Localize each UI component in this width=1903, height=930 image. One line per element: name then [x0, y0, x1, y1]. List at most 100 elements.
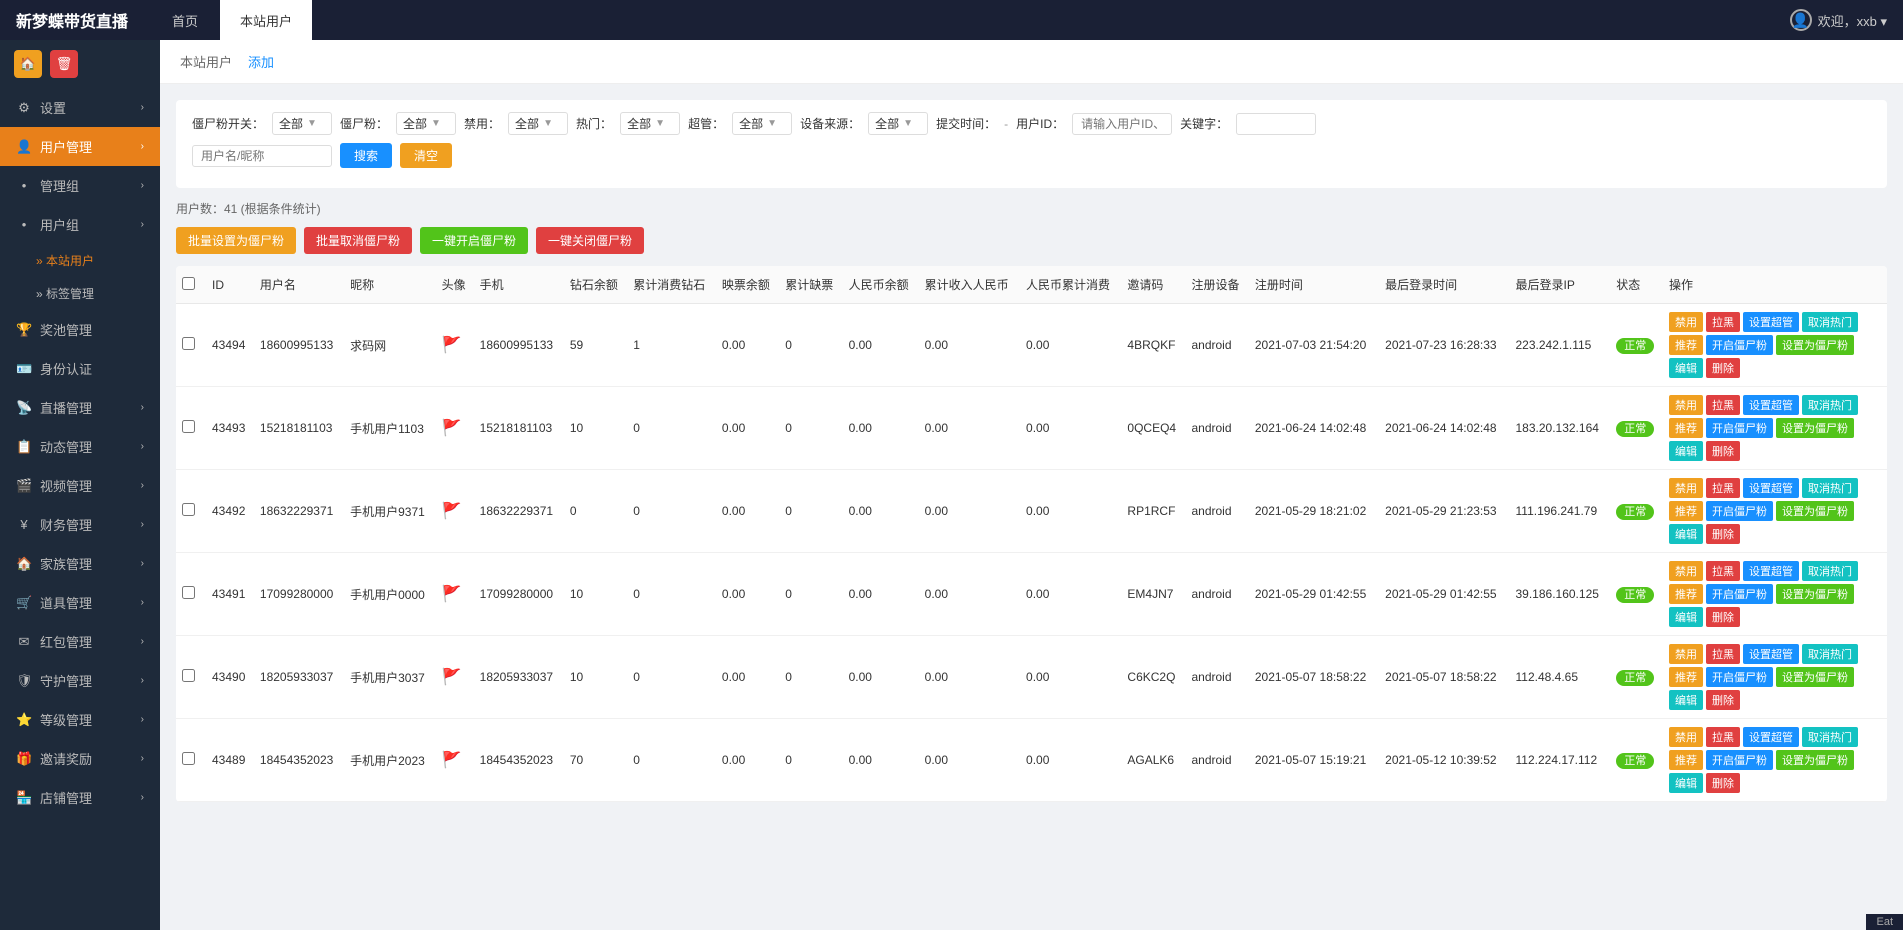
action-btn-设置为僵尸粉[interactable]: 设置为僵尸粉	[1776, 667, 1854, 687]
action-btn-推荐[interactable]: 推荐	[1669, 418, 1703, 438]
action-btn-拉黑[interactable]: 拉黑	[1706, 312, 1740, 332]
add-button[interactable]: 添加	[248, 52, 274, 71]
batch-set-zombie-btn[interactable]: 批量设置为僵尸粉	[176, 227, 296, 254]
row-checkbox[interactable]	[182, 752, 195, 765]
sidebar-item-shop[interactable]: 🏪 店铺管理 ›	[0, 778, 160, 817]
delete-shortcut-btn[interactable]: 🗑	[50, 50, 78, 78]
action-btn-设置为僵尸粉[interactable]: 设置为僵尸粉	[1776, 750, 1854, 770]
sidebar-item-guardian[interactable]: 🛡 守护管理 ›	[0, 661, 160, 700]
action-btn-取消热门[interactable]: 取消热门	[1802, 312, 1858, 332]
action-btn-拉黑[interactable]: 拉黑	[1706, 727, 1740, 747]
action-btn-拉黑[interactable]: 拉黑	[1706, 478, 1740, 498]
action-btn-禁用[interactable]: 禁用	[1669, 395, 1703, 415]
sidebar-item-user-manage[interactable]: 👤 用户管理 ›	[0, 127, 160, 166]
action-btn-删除[interactable]: 删除	[1706, 607, 1740, 627]
row-checkbox[interactable]	[182, 420, 195, 433]
action-btn-设置为僵尸粉[interactable]: 设置为僵尸粉	[1776, 335, 1854, 355]
sidebar-item-finance[interactable]: ¥ 财务管理 ›	[0, 505, 160, 544]
action-btn-推荐[interactable]: 推荐	[1669, 667, 1703, 687]
sidebar-item-identity[interactable]: 🪪 身份认证	[0, 349, 160, 388]
action-btn-开启僵尸粉[interactable]: 开启僵尸粉	[1706, 501, 1773, 521]
action-btn-推荐[interactable]: 推荐	[1669, 501, 1703, 521]
action-btn-编辑[interactable]: 编辑	[1669, 524, 1703, 544]
row-checkbox[interactable]	[182, 503, 195, 516]
action-btn-推荐[interactable]: 推荐	[1669, 750, 1703, 770]
action-btn-取消热门[interactable]: 取消热门	[1802, 561, 1858, 581]
action-btn-推荐[interactable]: 推荐	[1669, 335, 1703, 355]
sidebar-item-prize[interactable]: 🏆 奖池管理	[0, 310, 160, 349]
select-all-checkbox[interactable]	[182, 277, 195, 290]
action-btn-开启僵尸粉[interactable]: 开启僵尸粉	[1706, 584, 1773, 604]
action-btn-编辑[interactable]: 编辑	[1669, 358, 1703, 378]
action-btn-拉黑[interactable]: 拉黑	[1706, 561, 1740, 581]
clear-button[interactable]: 清空	[400, 143, 452, 168]
action-btn-拉黑[interactable]: 拉黑	[1706, 644, 1740, 664]
device-select[interactable]: 全部 ▼	[868, 112, 928, 135]
action-btn-开启僵尸粉[interactable]: 开启僵尸粉	[1706, 750, 1773, 770]
sidebar-item-user-group[interactable]: • 用户组 ›	[0, 205, 160, 244]
action-btn-删除[interactable]: 删除	[1706, 524, 1740, 544]
batch-open-zombie-btn[interactable]: 一键开启僵尸粉	[420, 227, 528, 254]
sidebar-item-dynamic[interactable]: 📋 动态管理 ›	[0, 427, 160, 466]
row-checkbox[interactable]	[182, 337, 195, 350]
zombie-fan-select[interactable]: 全部 ▼	[396, 112, 456, 135]
search-button[interactable]: 搜索	[340, 143, 392, 168]
action-btn-禁用[interactable]: 禁用	[1669, 312, 1703, 332]
action-btn-取消热门[interactable]: 取消热门	[1802, 395, 1858, 415]
action-btn-拉黑[interactable]: 拉黑	[1706, 395, 1740, 415]
row-checkbox[interactable]	[182, 586, 195, 599]
sidebar-item-family[interactable]: 🏠 家族管理 ›	[0, 544, 160, 583]
sidebar-sub-site-users[interactable]: » 本站用户	[0, 244, 160, 277]
action-btn-推荐[interactable]: 推荐	[1669, 584, 1703, 604]
zombie-switch-select[interactable]: 全部 ▼	[272, 112, 332, 135]
hot-select[interactable]: 全部 ▼	[620, 112, 680, 135]
batch-close-zombie-btn[interactable]: 一键关闭僵尸粉	[536, 227, 644, 254]
action-btn-开启僵尸粉[interactable]: 开启僵尸粉	[1706, 667, 1773, 687]
action-btn-编辑[interactable]: 编辑	[1669, 773, 1703, 793]
superadmin-select[interactable]: 全部 ▼	[732, 112, 792, 135]
sidebar-item-manage-group[interactable]: • 管理组 ›	[0, 166, 160, 205]
batch-cancel-zombie-btn[interactable]: 批量取消僵尸粉	[304, 227, 412, 254]
action-btn-删除[interactable]: 删除	[1706, 690, 1740, 710]
sidebar-item-invite[interactable]: 🎁 邀请奖励 ›	[0, 739, 160, 778]
row-checkbox[interactable]	[182, 669, 195, 682]
sidebar-item-level[interactable]: ⭐ 等级管理 ›	[0, 700, 160, 739]
sidebar-item-redpacket[interactable]: ✉ 红包管理 ›	[0, 622, 160, 661]
action-btn-取消热门[interactable]: 取消热门	[1802, 478, 1858, 498]
action-btn-开启僵尸粉[interactable]: 开启僵尸粉	[1706, 418, 1773, 438]
action-btn-删除[interactable]: 删除	[1706, 441, 1740, 461]
action-btn-设置为僵尸粉[interactable]: 设置为僵尸粉	[1776, 501, 1854, 521]
action-btn-编辑[interactable]: 编辑	[1669, 441, 1703, 461]
banned-select[interactable]: 全部 ▼	[508, 112, 568, 135]
action-btn-设置为僵尸粉[interactable]: 设置为僵尸粉	[1776, 418, 1854, 438]
action-btn-禁用[interactable]: 禁用	[1669, 561, 1703, 581]
keyword-input[interactable]	[1236, 113, 1316, 135]
action-btn-设置超管[interactable]: 设置超管	[1743, 478, 1799, 498]
sidebar-item-props[interactable]: 🛒 道具管理 ›	[0, 583, 160, 622]
sidebar-item-video[interactable]: 🎬 视频管理 ›	[0, 466, 160, 505]
action-btn-设置超管[interactable]: 设置超管	[1743, 644, 1799, 664]
action-btn-删除[interactable]: 删除	[1706, 773, 1740, 793]
action-btn-设置超管[interactable]: 设置超管	[1743, 312, 1799, 332]
username-search-input[interactable]	[192, 145, 332, 167]
action-btn-禁用[interactable]: 禁用	[1669, 727, 1703, 747]
action-btn-编辑[interactable]: 编辑	[1669, 690, 1703, 710]
action-btn-开启僵尸粉[interactable]: 开启僵尸粉	[1706, 335, 1773, 355]
userid-input[interactable]	[1072, 113, 1172, 135]
action-btn-设置超管[interactable]: 设置超管	[1743, 395, 1799, 415]
home-shortcut-btn[interactable]: 🏠	[14, 50, 42, 78]
action-btn-禁用[interactable]: 禁用	[1669, 478, 1703, 498]
action-btn-编辑[interactable]: 编辑	[1669, 607, 1703, 627]
sidebar-sub-tag-manage[interactable]: » 标签管理	[0, 277, 160, 310]
action-btn-取消热门[interactable]: 取消热门	[1802, 644, 1858, 664]
tab-home[interactable]: 首页	[152, 0, 218, 40]
action-btn-取消热门[interactable]: 取消热门	[1802, 727, 1858, 747]
tab-site-users[interactable]: 本站用户	[220, 0, 312, 40]
sidebar-item-settings[interactable]: ⚙ 设置 ›	[0, 88, 160, 127]
action-btn-设置为僵尸粉[interactable]: 设置为僵尸粉	[1776, 584, 1854, 604]
sidebar-item-live[interactable]: 📡 直播管理 ›	[0, 388, 160, 427]
action-btn-设置超管[interactable]: 设置超管	[1743, 561, 1799, 581]
action-btn-禁用[interactable]: 禁用	[1669, 644, 1703, 664]
action-btn-删除[interactable]: 删除	[1706, 358, 1740, 378]
action-btn-设置超管[interactable]: 设置超管	[1743, 727, 1799, 747]
